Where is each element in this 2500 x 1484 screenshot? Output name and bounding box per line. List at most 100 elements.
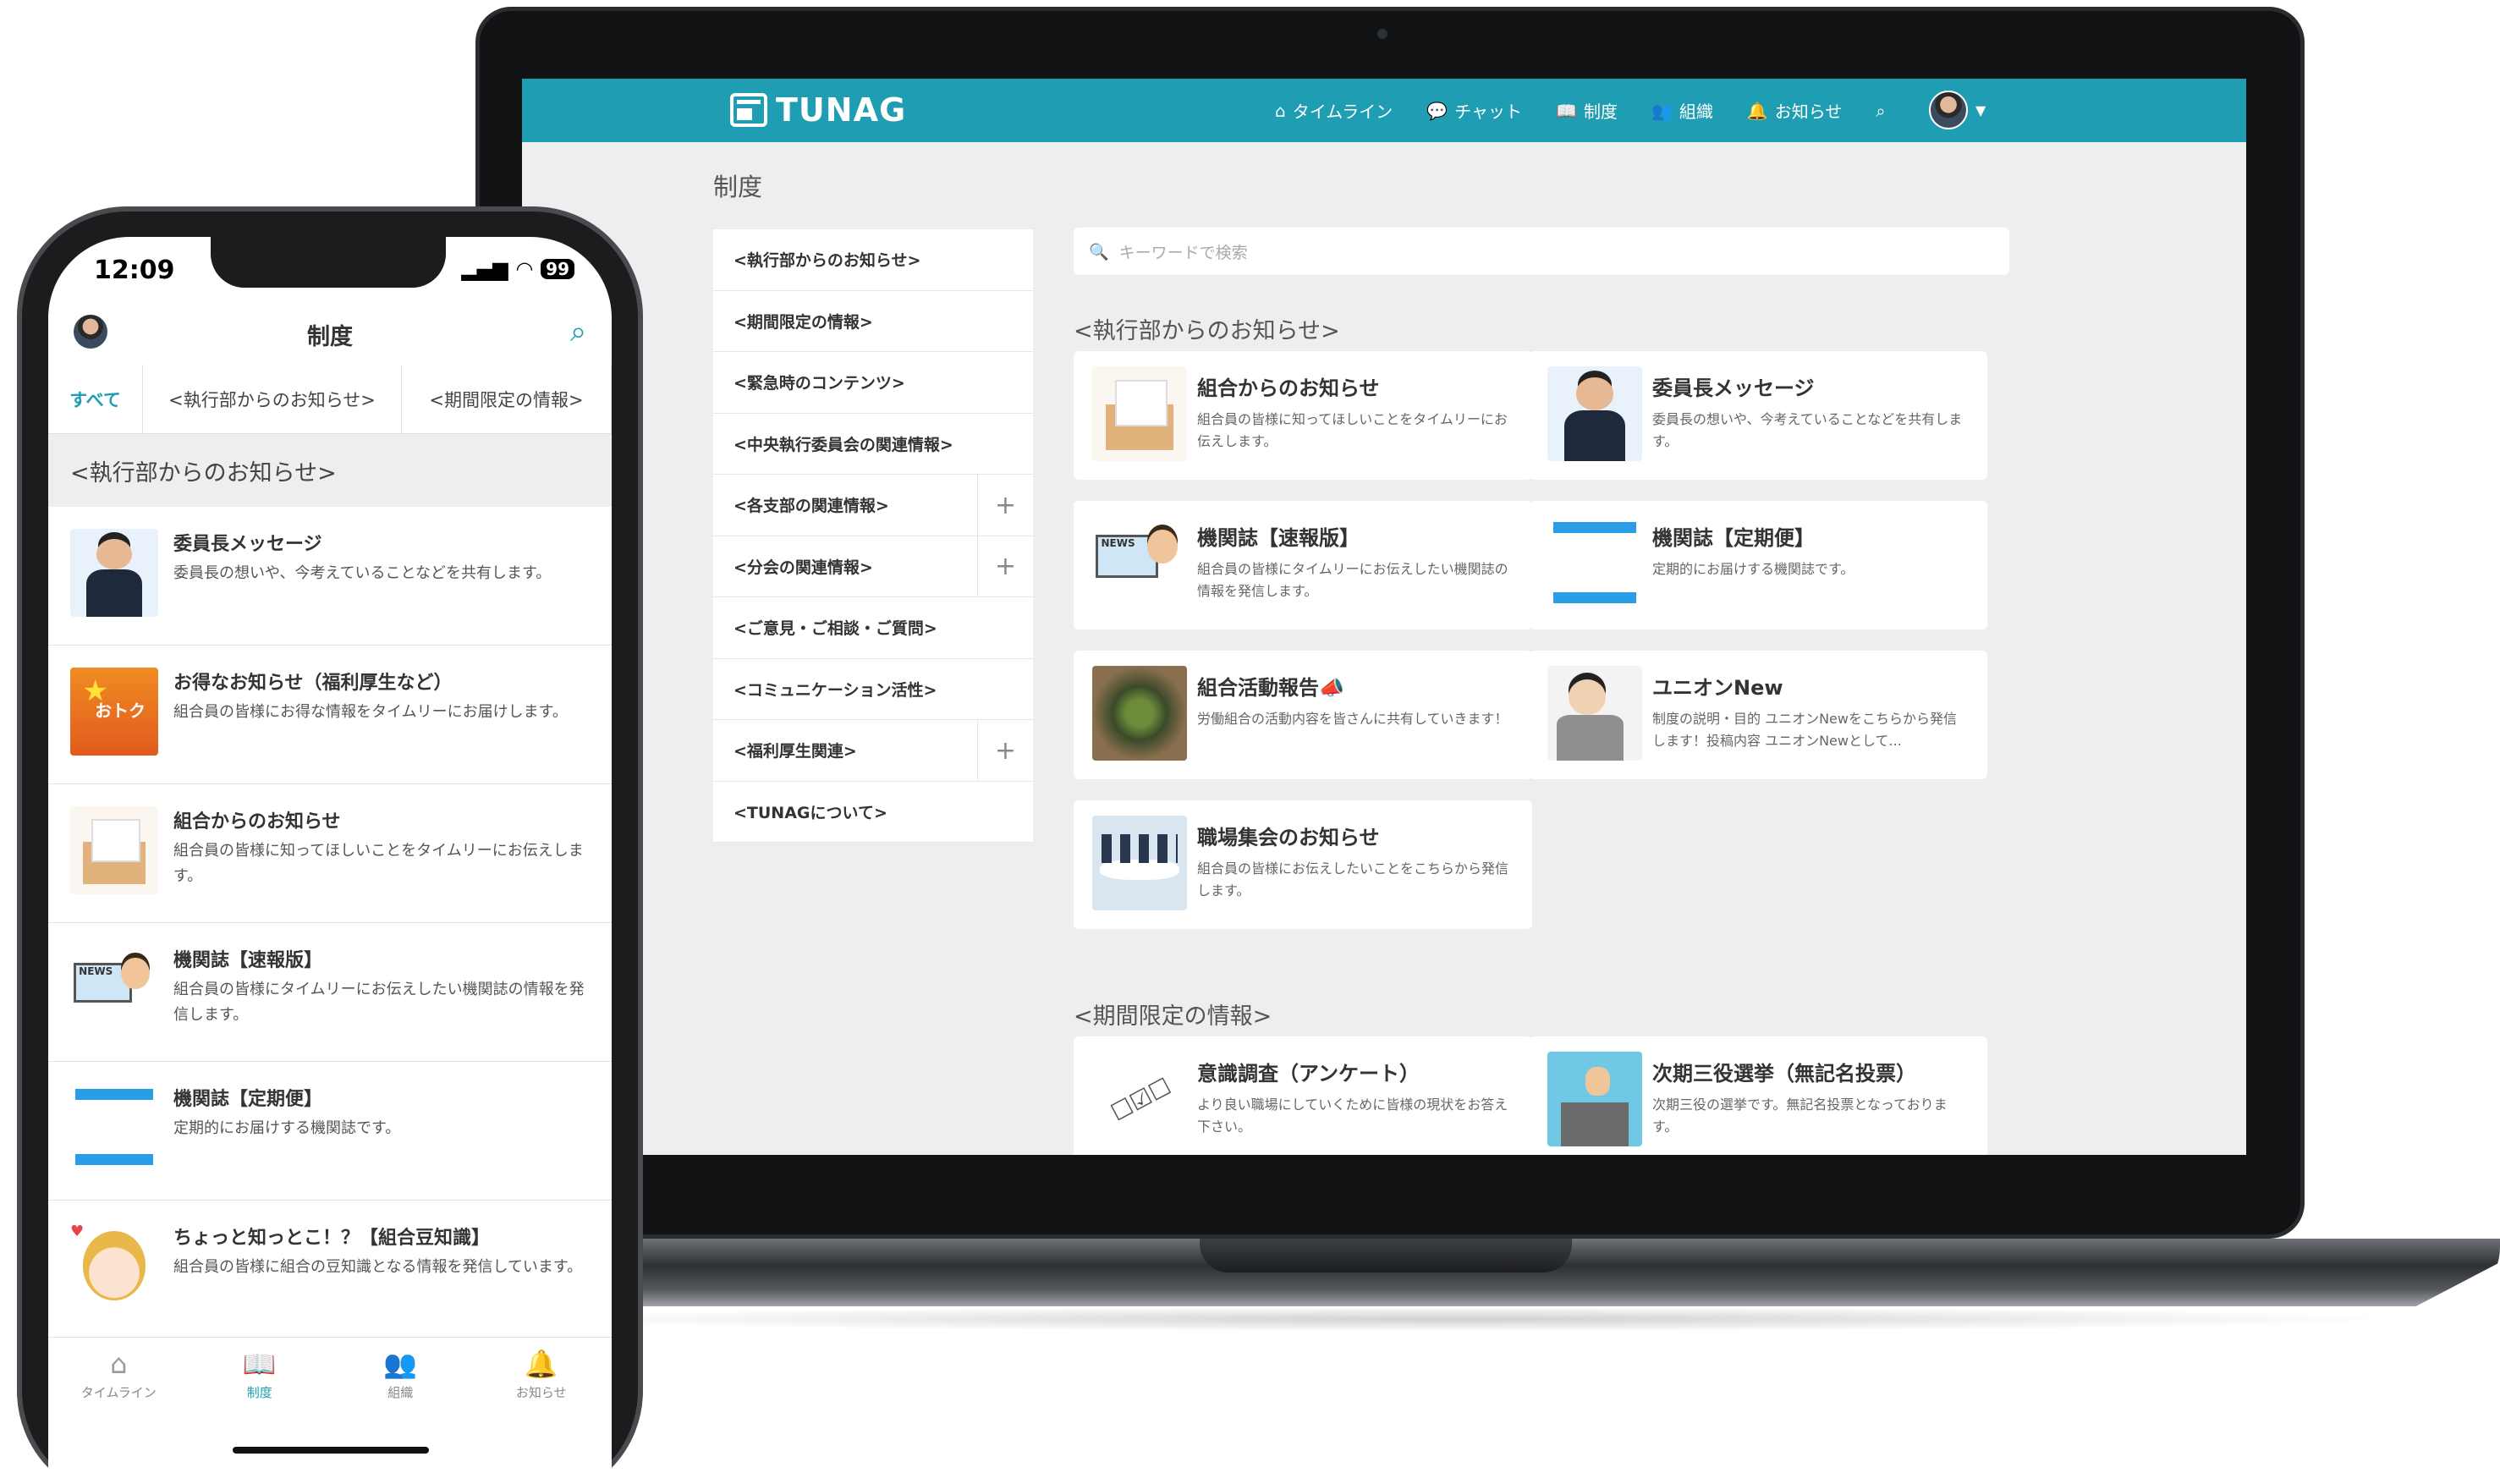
bottom-nav: ⌂ タイムライン 📖 制度 👥 組織 🔔 お知らせ <box>48 1337 612 1430</box>
tab-1[interactable]: <執行部からのお知らせ> <box>143 365 402 434</box>
content-card[interactable]: 次期三役選挙（無記名投票） 次期三役の選挙です。無記名投票となっております。 <box>1529 1036 1987 1155</box>
section-title: <執行部からのお知らせ> <box>1074 318 1340 344</box>
card-title: 組合からのお知らせ <box>1197 376 1380 400</box>
book-thumbnail <box>1547 516 1642 611</box>
bottom-nav-item-1[interactable]: 📖 制度 <box>190 1338 331 1430</box>
laptop-hinge <box>1200 1239 1572 1272</box>
list-item[interactable]: お得なお知らせ（福利厚生など） 組合員の皆様にお得な情報をタイムリーにお届けします… <box>48 646 612 784</box>
chevron-down-icon[interactable]: ▼ <box>1975 102 1986 118</box>
list-item[interactable]: 委員長メッセージ 委員長の想いや、今考えていることなどを共有します。 <box>48 507 612 646</box>
nav-item-1[interactable]: 💬 チャット <box>1426 98 1522 123</box>
nav-item-3[interactable]: 👥 組織 <box>1651 98 1713 123</box>
sidebar-item[interactable]: <中央執行委員会の関連情報> <box>713 414 1033 475</box>
status-icons: ▂▄▆ ◠ 99 <box>461 257 574 281</box>
card-title: 組合活動報告📣 <box>1197 676 1344 700</box>
nav-label: チャット <box>1454 102 1523 122</box>
bottom-nav-label: 組織 <box>387 1385 414 1400</box>
survey-thumbnail <box>1092 1052 1187 1146</box>
item-title: 機関誌【定期便】 <box>173 1089 323 1110</box>
logo-icon <box>730 93 767 127</box>
search-placeholder: キーワードで検索 <box>1118 243 1248 262</box>
book-thumbnail <box>70 1084 158 1172</box>
sidebar-item[interactable]: <分会の関連情報> + <box>713 536 1033 597</box>
laptop-screen: TUNAG ⌂ タイムライン 💬 チャット 📖 制度 👥 組織 🔔 お知らせ ⌕ ▼ 制度 <執行部… <box>522 79 2246 1155</box>
item-description: 委員長の想いや、今考えていることなどを共有します。 <box>173 564 552 582</box>
sidebar-item[interactable]: <福利厚生関連> + <box>713 720 1033 782</box>
user-avatar[interactable] <box>1929 91 1968 129</box>
sidebar-item-label: <福利厚生関連> <box>734 742 857 761</box>
phone-screen: 12:09 ▂▄▆ ◠ 99 制度 ⌕ すべて <執行部からのお知らせ> <期間限定… <box>48 237 612 1484</box>
sidebar-item[interactable]: <TUNAGについて> <box>713 782 1033 843</box>
list-item[interactable]: 機関誌【定期便】 定期的にお届けする機関誌です。 <box>48 1062 612 1201</box>
card-title: 委員長メッセージ <box>1652 376 1815 400</box>
home-indicator <box>233 1447 429 1454</box>
sidebar-item[interactable]: <緊急時のコンテンツ> <box>713 352 1033 414</box>
status-time: 12:09 <box>94 256 175 285</box>
sidebar-item-label: <緊急時のコンテンツ> <box>734 374 905 393</box>
union-thumbnail <box>1547 666 1642 761</box>
nav-item-0[interactable]: ⌂ タイムライン <box>1275 98 1393 123</box>
search-icon[interactable]: ⌕ <box>1876 101 1885 121</box>
book-icon: 📖 <box>242 1348 277 1380</box>
item-title: 組合からのお知らせ <box>173 811 341 833</box>
plus-icon[interactable]: + <box>977 536 1033 597</box>
card-description: 組合員の皆様に知ってほしいことをタイムリーにお伝えします。 <box>1197 411 1508 449</box>
sidebar-item[interactable]: <コミュニケーション活性> <box>713 659 1033 720</box>
nav-label: 制度 <box>1583 102 1618 122</box>
search-icon[interactable]: ⌕ <box>570 315 586 349</box>
section-header: <執行部からのお知らせ> <box>48 434 612 507</box>
item-description: 組合員の皆様に組合の豆知識となる情報を発信しています。 <box>173 1258 583 1276</box>
bottom-nav-item-0[interactable]: ⌂ タイムライン <box>48 1338 190 1430</box>
top-header: TUNAG ⌂ タイムライン 💬 チャット 📖 制度 👥 組織 🔔 お知らせ ⌕ ▼ <box>522 79 2246 142</box>
tab-2[interactable]: <期間限定の情報> <box>402 365 612 434</box>
card-description: 制度の説明・目的 ユニオンNewをこちらから発信します！投稿内容 ユニオンNew… <box>1652 711 1957 749</box>
search-input[interactable]: 🔍 キーワードで検索 <box>1074 228 2009 275</box>
sidebar-item[interactable]: <各支部の関連情報> + <box>713 475 1033 536</box>
nav-label: お知らせ <box>1774 102 1843 122</box>
section-title: <期間限定の情報> <box>1074 1003 1272 1030</box>
content-card[interactable]: 組合活動報告📣 労働組合の活動内容を皆さんに共有していきます！ <box>1074 651 1532 779</box>
content-card[interactable]: 機関誌【定期便】 定期的にお届けする機関誌です。 <box>1529 501 1987 629</box>
content-card[interactable]: 組合からのお知らせ組合員の皆様に知ってほしいことをタイムリーにお伝えします。 <box>1074 351 1532 480</box>
envelope-thumbnail <box>70 806 158 894</box>
phone-notch <box>211 237 446 288</box>
item-description: 組合員の皆様にお得な情報をタイムリーにお届けします。 <box>173 703 568 721</box>
content-card[interactable]: 機関誌【速報版】組合員の皆様にタイムリーにお伝えしたい機関誌の情報を発信します。 <box>1074 501 1532 629</box>
card-title: ユニオンNew <box>1652 676 1783 700</box>
hands-thumbnail <box>1092 666 1187 761</box>
content-card[interactable]: 職場集会のお知らせ 組合員の皆様にお伝えしたいことをこちらから発信します。 <box>1074 800 1532 929</box>
plus-icon[interactable]: + <box>977 720 1033 781</box>
brand-logo[interactable]: TUNAG <box>730 91 906 129</box>
top-nav: ⌂ タイムライン 💬 チャット 📖 制度 👥 組織 🔔 お知らせ ⌕ <box>1275 79 1886 142</box>
page-title: 制度 <box>713 173 763 201</box>
card-description: 委員長の想いや、今考えていることなどを共有します。 <box>1652 411 1963 449</box>
nav-item-2[interactable]: 📖 制度 <box>1556 98 1618 123</box>
envelope-thumbnail <box>1092 366 1187 461</box>
news-thumbnail <box>1092 516 1187 611</box>
sidebar-item[interactable]: <期間限定の情報> <box>713 291 1033 352</box>
card-title: 機関誌【速報版】 <box>1197 526 1360 550</box>
meeting-thumbnail <box>1092 816 1187 910</box>
item-description: 組合員の皆様に知ってほしいことをタイムリーにお伝えします。 <box>173 842 584 885</box>
sidebar-item[interactable]: <執行部からのお知らせ> <box>713 229 1033 291</box>
item-title: 機関誌【速報版】 <box>173 950 323 971</box>
vote-thumbnail <box>1547 1052 1642 1146</box>
sidebar-item-label: <執行部からのお知らせ> <box>734 251 921 271</box>
girl-thumbnail <box>70 1223 158 1311</box>
nav-item-4[interactable]: 🔔 お知らせ <box>1747 98 1843 123</box>
sidebar-item[interactable]: <ご意見・ご相談・ご質問> <box>713 597 1033 659</box>
content-card[interactable]: 意識調査（アンケート） より良い職場にしていくために皆様の現状をお答え下さい。 <box>1074 1036 1532 1155</box>
bottom-nav-item-3[interactable]: 🔔 お知らせ <box>471 1338 613 1430</box>
plus-icon[interactable]: + <box>977 475 1033 536</box>
content-card[interactable]: ユニオンNew 制度の説明・目的 ユニオンNewをこちらから発信します！投稿内容 … <box>1529 651 1987 779</box>
list-item[interactable]: 組合からのお知らせ組合員の皆様に知ってほしいことをタイムリーにお伝えします。 <box>48 784 612 923</box>
item-title: お得なお知らせ（福利厚生など） <box>173 673 453 694</box>
bottom-nav-item-2[interactable]: 👥 組織 <box>330 1338 471 1430</box>
category-tabs: すべて <執行部からのお知らせ> <期間限定の情報> <box>48 365 612 434</box>
content-card[interactable]: 委員長メッセージ委員長の想いや、今考えていることなどを共有します。 <box>1529 351 1987 480</box>
card-title: 次期三役選挙（無記名投票） <box>1652 1062 1916 1086</box>
list-item[interactable]: 機関誌【速報版】組合員の皆様にタイムリーにお伝えしたい機関誌の情報を発信します。 <box>48 923 612 1062</box>
tab-0[interactable]: すべて <box>48 365 143 434</box>
list-item[interactable]: ちょっと知っとこ！？【組合豆知識】組合員の皆様に組合の豆知識となる情報を発信して… <box>48 1201 612 1339</box>
sidebar-item-label: <分会の関連情報> <box>734 558 873 577</box>
